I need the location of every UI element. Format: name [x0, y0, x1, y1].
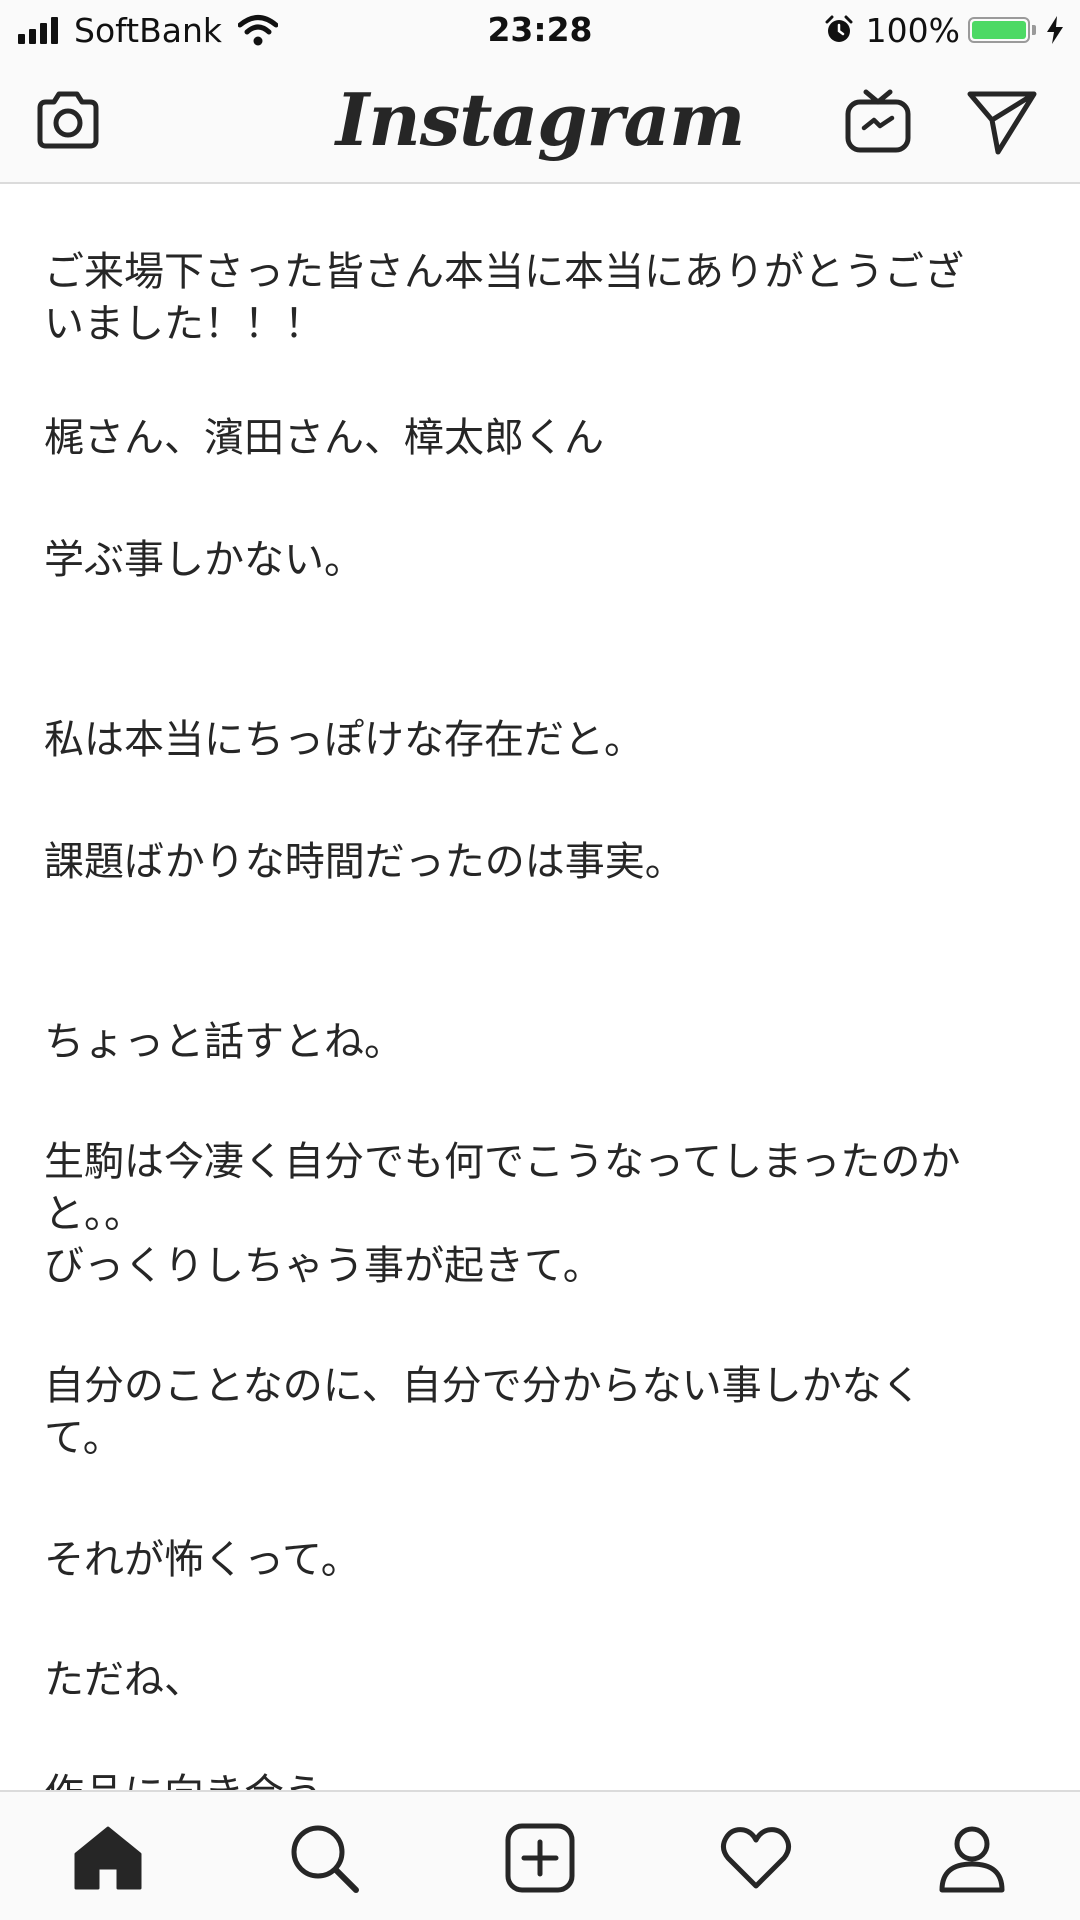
caption-paragraph: ご来場下さった皆さん本当に本当にありがとうござ いました！！！ — [44, 249, 964, 347]
caption-paragraph: 梶さん、濱田さん、樟太郎くん — [44, 415, 604, 461]
instagram-logo: Instagram — [335, 77, 746, 162]
status-bar: SoftBank 23:28 100% — [0, 0, 1080, 60]
new-post-icon[interactable] — [502, 1820, 578, 1896]
direct-message-icon[interactable] — [964, 82, 1040, 158]
activity-heart-icon[interactable] — [718, 1820, 794, 1896]
post-caption-area[interactable]: ご来場下さった皆さん本当に本当にありがとうござ いました！！！ 梶さん、濱田さん… — [0, 184, 1080, 1790]
battery-tip — [1032, 25, 1036, 35]
top-nav-bar: Instagram — [0, 60, 1080, 184]
home-icon[interactable] — [70, 1820, 146, 1896]
caption-paragraph: 私は本当にちっぽけな存在だと。 — [44, 717, 644, 763]
charging-icon — [1047, 16, 1063, 44]
caption-paragraph: 自分のことなのに、自分で分からない事しかなく て。 — [44, 1363, 922, 1461]
status-right: 100% — [824, 8, 1066, 52]
battery-level-fill — [972, 21, 1026, 39]
bottom-tab-bar — [0, 1790, 1080, 1920]
battery-icon — [968, 17, 1030, 43]
profile-icon[interactable] — [934, 1820, 1010, 1896]
caption-paragraph: 作品に向き合う — [44, 1768, 1044, 1790]
caption-paragraph: ちょっと話すとね。 — [44, 1019, 404, 1065]
caption-paragraph: 生駒は今凄く自分でも何でこうなってしまったのか と。。 びっくりしちゃう事が起き… — [44, 1139, 961, 1289]
alarm-icon — [825, 15, 853, 42]
caption-paragraph: ただね、 — [44, 1657, 204, 1703]
igtv-icon[interactable] — [840, 82, 916, 158]
caption-paragraph: 学ぶ事しかない。 — [44, 537, 364, 583]
battery-percent: 100% — [865, 10, 960, 50]
caption-paragraph: 課題ばかりな時間だったのは事実。 — [44, 839, 685, 885]
search-icon[interactable] — [286, 1820, 362, 1896]
caption-paragraph: それが怖くって。 — [44, 1537, 361, 1583]
